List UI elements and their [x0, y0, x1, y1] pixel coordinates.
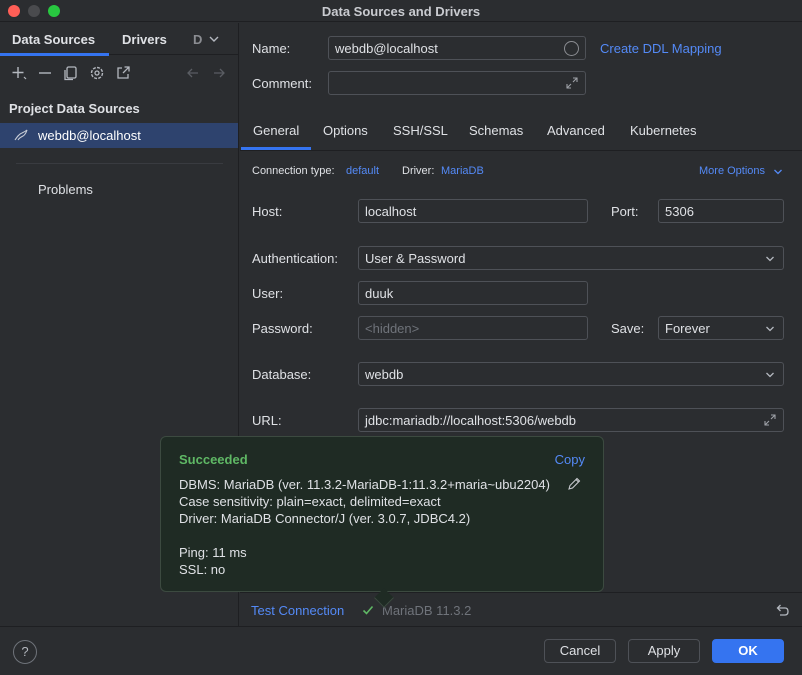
cancel-button[interactable]: Cancel: [544, 639, 616, 663]
copy-link[interactable]: Copy: [555, 452, 585, 467]
apply-button[interactable]: Apply: [628, 639, 700, 663]
user-value: duuk: [365, 286, 394, 301]
save-label: Save:: [611, 321, 645, 336]
back-icon[interactable]: [184, 64, 202, 82]
tab-drivers[interactable]: Drivers: [122, 32, 167, 47]
dialog-footer: ? Cancel Apply OK: [0, 626, 802, 675]
test-connection-bar: Test Connection MariaDB 11.3.2: [240, 592, 802, 626]
mariadb-icon: [14, 129, 28, 141]
ping-line: Ping: 11 ms: [179, 545, 247, 560]
remove-icon[interactable]: [36, 64, 54, 82]
url-field[interactable]: jdbc:mariadb://localhost:5306/webdb: [358, 408, 784, 432]
password-label: Password:: [252, 321, 313, 336]
tab-advanced[interactable]: Advanced: [547, 123, 605, 138]
password-placeholder: <hidden>: [365, 321, 420, 336]
chevron-down-icon[interactable]: [773, 167, 783, 177]
data-source-label: webdb@localhost: [38, 128, 141, 143]
connection-result-popup: Succeeded Copy DBMS: MariaDB (ver. 11.3.…: [160, 436, 604, 608]
comment-field[interactable]: [328, 71, 586, 95]
host-label: Host:: [252, 204, 283, 219]
connection-type-label: Connection type:: [252, 165, 335, 177]
authentication-value: User & Password: [365, 251, 466, 266]
url-label: URL:: [252, 413, 282, 428]
color-circle-icon[interactable]: [564, 41, 579, 56]
duplicate-icon[interactable]: [62, 64, 80, 82]
host-field[interactable]: localhost: [358, 199, 588, 223]
dbms-line: DBMS: MariaDB (ver. 11.3.2-MariaDB-1:11.…: [179, 477, 550, 492]
name-value: webdb@localhost: [335, 41, 438, 56]
problems-item[interactable]: Problems: [38, 182, 93, 197]
port-field[interactable]: 5306: [658, 199, 784, 223]
chevron-down-icon: [766, 326, 774, 332]
undo-icon[interactable]: [774, 602, 790, 618]
settings-tabs: General Options SSH/SSL Schemas Advanced…: [240, 115, 802, 151]
check-icon: [362, 605, 374, 615]
project-data-sources-heading: Project Data Sources: [9, 101, 140, 116]
forward-icon[interactable]: [210, 64, 228, 82]
comment-label: Comment:: [252, 76, 312, 91]
tab-data-sources[interactable]: Data Sources: [0, 32, 110, 56]
ok-button[interactable]: OK: [712, 639, 784, 663]
driver-link[interactable]: MariaDB: [441, 165, 484, 177]
test-connection-link[interactable]: Test Connection: [251, 603, 344, 618]
port-label: Port:: [611, 204, 639, 219]
title-bar: Data Sources and Drivers: [0, 0, 802, 22]
data-source-item[interactable]: webdb@localhost: [0, 123, 238, 148]
user-field[interactable]: duuk: [358, 281, 588, 305]
driver-line: Driver: MariaDB Connector/J (ver. 3.0.7,…: [179, 511, 471, 526]
connection-type-link[interactable]: default: [346, 165, 379, 177]
sidebar-toolbar: [0, 61, 239, 87]
tab-options[interactable]: Options: [323, 123, 368, 138]
expand-icon[interactable]: [565, 76, 579, 90]
tab-ssh-ssl[interactable]: SSH/SSL: [393, 123, 448, 138]
database-value: webdb: [365, 367, 404, 382]
tab-schemas[interactable]: Schemas: [469, 123, 523, 138]
help-button[interactable]: ?: [13, 640, 37, 664]
host-value: localhost: [365, 204, 417, 219]
user-label: User:: [252, 286, 284, 301]
tab-kubernetes[interactable]: Kubernetes: [630, 123, 697, 138]
settings-icon[interactable]: [88, 64, 106, 82]
pencil-icon[interactable]: [567, 477, 581, 491]
server-version: MariaDB 11.3.2: [382, 603, 472, 618]
tab-overflow[interactable]: D: [193, 32, 202, 47]
password-field[interactable]: <hidden>: [358, 316, 588, 340]
sidebar-divider: [16, 163, 223, 164]
tab-general[interactable]: General: [240, 123, 312, 150]
case-sensitivity-line: Case sensitivity: plain=exact, delimited…: [179, 494, 441, 509]
chevron-down-icon: [766, 256, 774, 262]
ssl-line: SSL: no: [179, 562, 226, 577]
create-ddl-mapping-link[interactable]: Create DDL Mapping: [600, 41, 722, 56]
save-value: Forever: [665, 321, 710, 336]
add-icon[interactable]: [10, 64, 28, 82]
expand-icon[interactable]: [763, 413, 777, 427]
name-field[interactable]: webdb@localhost: [328, 36, 586, 60]
sidebar-tabs: Data Sources Drivers D: [0, 23, 239, 56]
chevron-down-icon[interactable]: [208, 33, 220, 45]
name-label: Name:: [252, 41, 291, 56]
database-label: Database:: [252, 367, 312, 382]
more-options-link[interactable]: More Options: [699, 165, 765, 177]
chevron-down-icon: [766, 372, 774, 378]
status-succeeded: Succeeded: [179, 452, 248, 467]
save-select[interactable]: Forever: [658, 316, 784, 340]
url-value: jdbc:mariadb://localhost:5306/webdb: [365, 413, 577, 428]
window-title: Data Sources and Drivers: [321, 4, 481, 19]
open-icon[interactable]: [114, 64, 132, 82]
authentication-select[interactable]: User & Password: [358, 246, 784, 270]
driver-label: Driver:: [402, 165, 435, 177]
database-select[interactable]: webdb: [358, 362, 784, 386]
authentication-label: Authentication:: [252, 251, 339, 266]
port-value: 5306: [665, 204, 694, 219]
